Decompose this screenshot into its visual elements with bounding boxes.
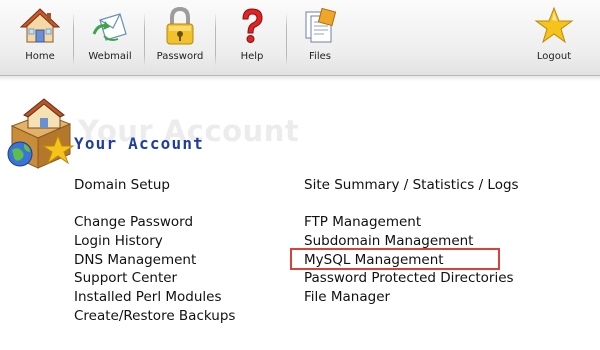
file-manager-link[interactable]: File Manager <box>304 288 519 307</box>
lock-icon <box>166 6 194 45</box>
help-button[interactable]: Help <box>232 6 272 70</box>
change-password-link[interactable]: Change Password <box>74 213 235 232</box>
toolbar-divider <box>215 12 216 66</box>
logout-label: Logout <box>536 51 572 62</box>
page-title: Your Account <box>74 134 204 153</box>
help-label: Help <box>240 51 264 62</box>
dns-management-link[interactable]: DNS Management <box>74 251 235 270</box>
toolbar-divider <box>286 12 287 66</box>
logout-button[interactable]: Logout <box>532 6 576 70</box>
toolbar-divider <box>144 12 145 66</box>
home-button[interactable]: Home <box>20 6 60 70</box>
top-toolbar: Home Webmail Password Help Files Logout <box>0 0 600 81</box>
password-label: Password <box>156 51 204 62</box>
login-history-link[interactable]: Login History <box>74 232 235 251</box>
password-button[interactable]: Password <box>156 6 204 70</box>
support-center-link[interactable]: Support Center <box>74 269 235 288</box>
home-icon <box>20 8 60 43</box>
toolbar-divider <box>73 12 74 66</box>
password-protected-directories-link[interactable]: Password Protected Directories <box>304 269 519 288</box>
left-link-column: Domain Setup Change Password Login Histo… <box>74 176 235 326</box>
home-label: Home <box>25 51 55 62</box>
domain-setup-link[interactable]: Domain Setup <box>74 176 235 195</box>
site-summary-link[interactable]: Site Summary / Statistics / Logs <box>304 176 519 195</box>
webmail-button[interactable]: Webmail <box>88 6 132 70</box>
files-icon <box>305 7 337 43</box>
files-button[interactable]: Files <box>300 6 340 70</box>
help-icon <box>242 8 263 43</box>
account-logo-icon <box>7 98 75 169</box>
ftp-management-link[interactable]: FTP Management <box>304 213 519 232</box>
files-label: Files <box>309 51 331 62</box>
create-restore-backups-link[interactable]: Create/Restore Backups <box>74 307 235 326</box>
star-icon <box>534 6 574 44</box>
webmail-label: Webmail <box>88 51 132 62</box>
mysql-highlight-box <box>290 248 500 270</box>
right-link-column: Site Summary / Statistics / Logs FTP Man… <box>304 176 519 307</box>
webmail-icon <box>92 13 127 41</box>
installed-perl-modules-link[interactable]: Installed Perl Modules <box>74 288 235 307</box>
